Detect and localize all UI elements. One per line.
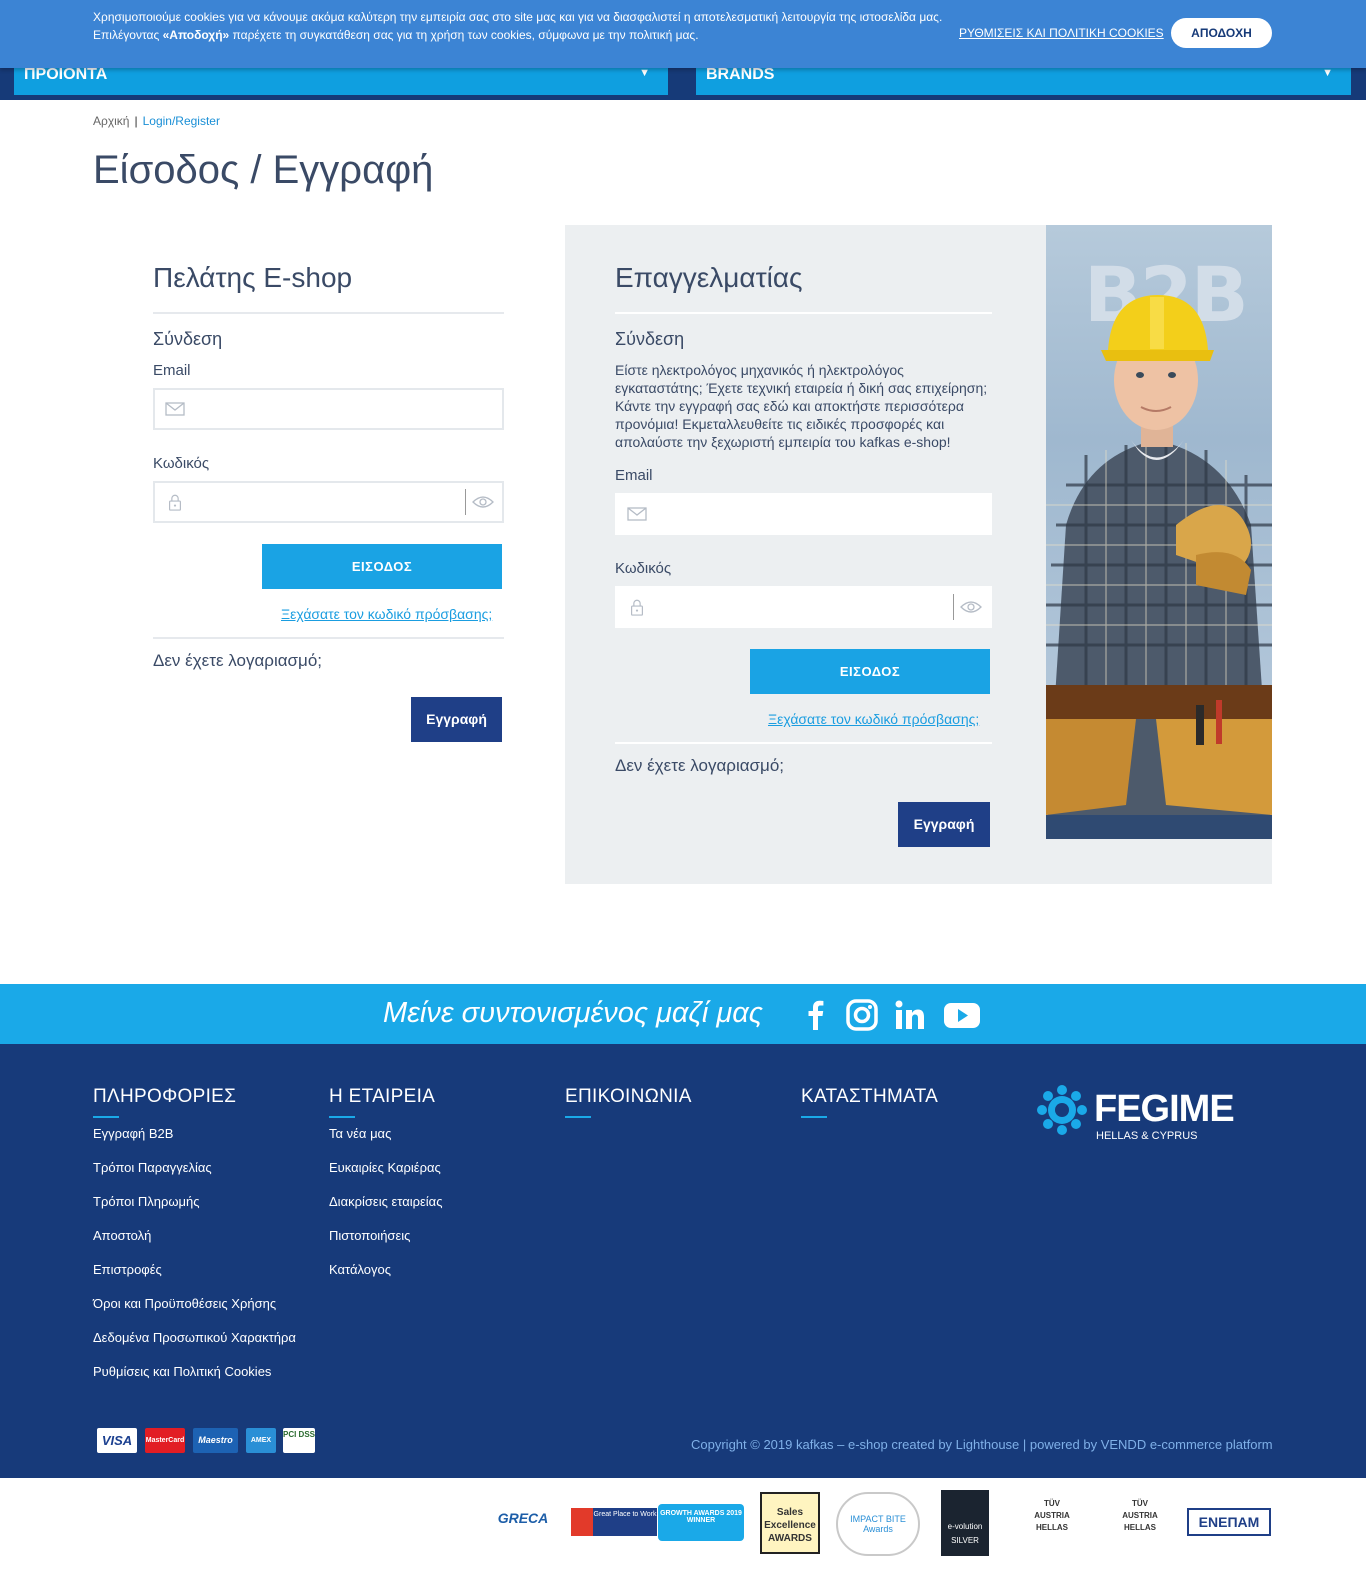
footer-link[interactable]: Ρυθμίσεις και Πολιτική Cookies	[93, 1364, 271, 1379]
b2b-email-label: Email	[615, 467, 653, 484]
footer-link[interactable]: Κατάλογος	[329, 1262, 391, 1277]
cookie-line-2: Επιλέγοντας «Αποδοχή» παρέχετε τη συγκατ…	[93, 26, 953, 44]
cookie-line-2-pre: Επιλέγοντας	[93, 28, 163, 42]
eshop-login-button[interactable]: ΕΙΣΟΔΟΣ	[262, 544, 502, 589]
footer-link[interactable]: Διακρίσεις εταιρείας	[329, 1194, 442, 1209]
lock-icon	[631, 599, 643, 616]
footer-link[interactable]: Επιστροφές	[93, 1262, 162, 1277]
cookie-line-1: Χρησιμοποιούμε cookies για να κάνουμε ακ…	[93, 10, 943, 24]
divider	[153, 637, 504, 639]
tuv-austria-badge: TÜV AUSTRIA HELLAS	[1034, 1499, 1070, 1532]
breadcrumb-current[interactable]: Login/Register	[143, 114, 220, 128]
fegime-logo-mark-icon	[1037, 1085, 1087, 1135]
nav-brands-label: BRANDS	[706, 66, 775, 83]
b2b-login-button[interactable]: ΕΙΣΟΔΟΣ	[750, 649, 990, 694]
b2b-email-field[interactable]	[615, 493, 992, 535]
greca-badge: GRECA	[497, 1510, 549, 1526]
divider	[615, 312, 992, 314]
footer-link[interactable]: Όροι και Προϋποθέσεις Χρήσης	[93, 1296, 276, 1311]
cookie-accept-button[interactable]: ΑΠΟΔΟΧΗ	[1171, 18, 1272, 48]
eshop-email-field[interactable]	[153, 388, 504, 430]
certification-badges: GRECA Great Place to Work GROWTH AWARDS …	[0, 1478, 1366, 1569]
divider	[615, 742, 992, 744]
footer-heading-stores[interactable]: ΚΑΤΑΣΤΗΜΑΤΑ	[801, 1086, 938, 1118]
e-volution-badge: e-volution SILVER	[941, 1490, 989, 1556]
linkedin-icon[interactable]	[893, 998, 927, 1032]
fegime-subtitle: HELLAS & CYPRUS	[1096, 1130, 1198, 1142]
eshop-login-heading: Σύνδεση	[153, 329, 223, 349]
chevron-down-icon: ▼	[1322, 67, 1333, 79]
visa-icon: VISA	[97, 1428, 137, 1453]
growth-awards-badge: GROWTH AWARDS 2019 WINNER	[658, 1504, 744, 1541]
b2b-password-field[interactable]	[615, 586, 992, 628]
eshop-panel-title: Πελάτης E-shop	[153, 262, 353, 293]
nav-products-label: ΠΡΟΙΟΝΤΑ	[24, 66, 108, 83]
page-title: Είσοδος / Εγγραφή	[93, 148, 434, 192]
maestro-icon: Maestro	[193, 1428, 238, 1453]
youtube-icon[interactable]	[943, 998, 981, 1032]
cookie-settings-link[interactable]: ΡΥΘΜΙΣΕΙΣ ΚΑΙ ΠΟΛΙΤΙΚΗ COOKIES	[959, 26, 1164, 40]
mastercard-icon: MasterCard	[145, 1428, 185, 1453]
b2b-description: Είστε ηλεκτρολόγος μηχανικός ή ηλεκτρολό…	[615, 362, 988, 450]
footer-link[interactable]: Πιστοποιήσεις	[329, 1228, 410, 1243]
eshop-password-field[interactable]	[153, 481, 504, 523]
b2b-register-button[interactable]: Εγγραφή	[898, 802, 990, 847]
footer-link[interactable]: Εγγραφή B2B	[93, 1126, 173, 1141]
footer-link[interactable]: Ευκαιρίες Καριέρας	[329, 1160, 441, 1175]
facebook-icon[interactable]	[799, 998, 833, 1032]
b2b-worker-image: B2B	[1046, 225, 1272, 839]
worker-illustration	[1046, 295, 1272, 839]
field-divider	[953, 594, 954, 620]
pci-dss-icon: PCI DSS	[283, 1428, 315, 1453]
envelope-icon	[627, 507, 647, 521]
great-place-to-work-badge: Great Place to Work	[571, 1508, 657, 1536]
cookie-line-2-bold: «Αποδοχή»	[162, 28, 230, 42]
eshop-register-button[interactable]: Εγγραφή	[411, 697, 502, 742]
instagram-icon[interactable]	[845, 998, 879, 1032]
cookie-message: Χρησιμοποιούμε cookies για να κάνουμε ακ…	[93, 8, 953, 44]
footer-heading-company: Η ΕΤΑΙΡΕΙΑ	[329, 1086, 436, 1118]
fegime-logo: FEGIME HELLAS & CYPRUS	[1036, 1084, 1235, 1142]
lock-icon	[169, 494, 181, 511]
eshop-email-label: Email	[153, 362, 191, 379]
impact-bite-badge: IMPACT BITE Awards	[836, 1492, 920, 1556]
breadcrumb: Αρχική | Login/Register	[93, 114, 220, 128]
b2b-login-heading: Σύνδεση	[615, 329, 685, 349]
eye-icon[interactable]	[960, 599, 982, 615]
copyright-text: Copyright © 2019 kafkas – e-shop created…	[691, 1437, 1273, 1452]
b2b-panel-title: Επαγγελματίας	[615, 262, 803, 293]
footer-link[interactable]: Αποστολή	[93, 1228, 151, 1243]
sales-excellence-badge: Sales Excellence AWARDS	[760, 1492, 820, 1554]
footer-link[interactable]: Τα νέα μας	[329, 1126, 391, 1141]
footer-link[interactable]: Δεδομένα Προσωπικού Χαρακτήρα	[93, 1330, 296, 1345]
breadcrumb-separator: |	[134, 114, 138, 128]
footer-link[interactable]: Τρόποι Πληρωμής	[93, 1194, 200, 1209]
b2b-password-label: Κωδικός	[615, 560, 672, 577]
footer-heading-info: ΠΛΗΡΟΦΟΡΙΕΣ	[93, 1086, 237, 1118]
footer-link[interactable]: Τρόποι Παραγγελίας	[93, 1160, 212, 1175]
b2b-forgot-password-link[interactable]: Ξεχάσατε τον κωδικό πρόσβασης;	[768, 711, 979, 727]
breadcrumb-home[interactable]: Αρχική	[93, 114, 129, 128]
cookie-banner: Χρησιμοποιούμε cookies για να κάνουμε ακ…	[0, 0, 1366, 68]
field-divider	[465, 489, 466, 515]
social-tagline: Μείνε συντονισμένος μαζί μας	[383, 997, 763, 1029]
chevron-down-icon: ▼	[639, 67, 650, 79]
social-bar: Μείνε συντονισμένος μαζί μας	[0, 984, 1366, 1044]
tuv-austria-badge: TÜV AUSTRIA HELLAS	[1122, 1499, 1158, 1532]
footer-heading-contact[interactable]: ΕΠΙΚΟΙΝΩΝΙΑ	[565, 1086, 692, 1118]
divider	[153, 312, 504, 314]
eshop-no-account-text: Δεν έχετε λογαριασμό;	[153, 651, 323, 670]
amex-icon: AMEX	[246, 1428, 276, 1453]
eshop-password-label: Κωδικός	[153, 455, 210, 472]
eye-icon[interactable]	[472, 494, 494, 510]
enepam-badge: ΕΝΕΠΑΜ	[1187, 1508, 1271, 1536]
footer: ΠΛΗΡΟΦΟΡΙΕΣ Εγγραφή B2B Τρόποι Παραγγελί…	[0, 1044, 1366, 1478]
envelope-icon	[165, 402, 185, 416]
cookie-line-2-post: παρέχετε τη συγκατάθεση σας για τη χρήση…	[229, 28, 699, 42]
fegime-wordmark: FEGIME	[1094, 1088, 1235, 1130]
b2b-no-account-text: Δεν έχετε λογαριασμό;	[615, 756, 785, 775]
eshop-forgot-password-link[interactable]: Ξεχάσατε τον κωδικό πρόσβασης;	[281, 606, 492, 622]
